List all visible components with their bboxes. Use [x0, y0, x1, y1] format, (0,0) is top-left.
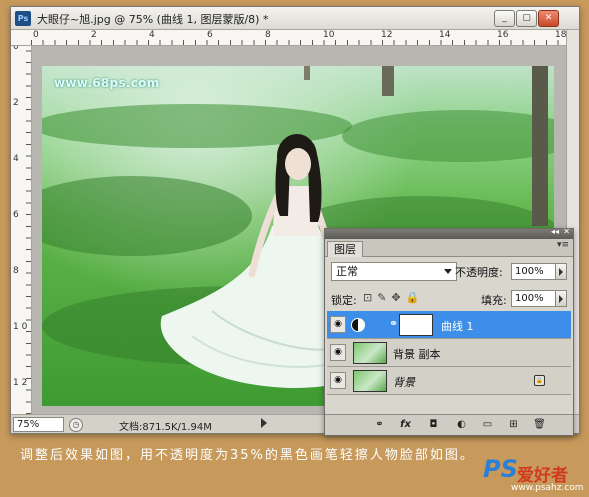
watermark-text: www.68ps.com [54, 76, 160, 90]
ruler-label: 6 [207, 30, 213, 40]
site-logo: PS 爱好者 www.psahz.com [483, 455, 584, 495]
site-logo-ps: PS [483, 455, 518, 483]
minimize-button[interactable]: _ [494, 10, 515, 27]
trash-icon[interactable]: 🗑 [533, 418, 546, 431]
fill-label: 填充: [481, 294, 507, 307]
collapse-icon[interactable]: ◂◂ [551, 227, 559, 236]
info-icon[interactable]: ◷ [69, 418, 83, 432]
new-layer-icon[interactable]: ⊞ [507, 418, 520, 431]
ruler-label: 8 [265, 30, 271, 40]
mask-icon[interactable]: ◘ [427, 418, 440, 431]
link-icon[interactable]: ⚭ [373, 418, 386, 431]
ruler-ticks [26, 46, 31, 414]
horizontal-ruler[interactable]: 02468101214161820 [31, 30, 566, 46]
zoom-input[interactable]: 75% [13, 417, 64, 432]
ruler-label: 12 [381, 30, 393, 40]
window-title: 大眼仔~旭.jpg @ 75% (曲线 1, 图层蒙版/8) * [37, 13, 269, 26]
ruler-label: 0 [13, 46, 19, 52]
chevron-down-icon [444, 269, 452, 274]
panel-footer: ⚭ fx ◘ ◐ ▭ ⊞ 🗑 [325, 414, 573, 435]
panel-tab-row: 图层 ▾≡ [325, 239, 573, 257]
ruler-label: 2 [13, 98, 19, 108]
ruler-label: 6 [13, 210, 19, 220]
adjustment-icon[interactable]: ◐ [455, 418, 468, 431]
fx-icon[interactable]: fx [399, 418, 412, 431]
opacity-slider-button[interactable] [555, 263, 567, 280]
close-button[interactable]: ✕ [538, 10, 559, 27]
layer-row-background[interactable]: ◉ 背景 🔒 [327, 367, 571, 395]
panel-menu-icon[interactable]: ▾≡ [557, 240, 569, 250]
photoshop-icon: Ps [15, 11, 31, 26]
lock-icon: 🔒 [534, 375, 545, 386]
fill-input[interactable]: 100% [511, 290, 556, 307]
ruler-label: 18 [555, 30, 566, 40]
ruler-ticks [31, 40, 566, 45]
ruler-label: 1 0 [13, 322, 28, 332]
eye-icon[interactable]: ◉ [330, 372, 346, 389]
fill-slider-button[interactable] [555, 290, 567, 307]
layer-thumbnail [353, 342, 387, 364]
panel-header-strip[interactable]: ◂◂ ✕ [325, 227, 573, 239]
folder-icon[interactable]: ▭ [481, 418, 494, 431]
layer-row-curves[interactable]: ◉ ⚭ 曲线 1 [327, 311, 571, 339]
layer-name: 曲线 1 [441, 320, 474, 333]
ruler-label: 4 [149, 30, 155, 40]
layer-name: 背景 副本 [393, 348, 441, 361]
layer-mask-thumbnail[interactable] [399, 314, 433, 336]
opacity-input[interactable]: 100% [511, 263, 556, 280]
ruler-label: 8 [13, 266, 19, 276]
status-menu-arrow-icon[interactable] [261, 418, 267, 428]
ruler-label: 10 [323, 30, 335, 40]
eye-icon[interactable]: ◉ [330, 344, 346, 361]
panel-close-icon[interactable]: ✕ [563, 227, 570, 236]
blend-mode-value: 正常 [336, 265, 358, 278]
link-icon[interactable]: ⚭ [389, 317, 398, 330]
title-bar[interactable]: Ps 大眼仔~旭.jpg @ 75% (曲线 1, 图层蒙版/8) * _ ▢ … [11, 7, 579, 30]
tab-layers[interactable]: 图层 [327, 241, 363, 257]
layer-name: 背景 [393, 376, 415, 389]
ruler-label: 2 [91, 30, 97, 40]
opacity-label: 不透明度: [455, 266, 503, 279]
document-size-info: 文档:871.5K/1.94M [119, 422, 212, 433]
curves-adjustment-icon [351, 318, 365, 332]
ruler-label: 14 [439, 30, 451, 40]
ruler-origin[interactable] [11, 30, 32, 46]
maximize-button[interactable]: ▢ [516, 10, 537, 27]
lock-options-icons[interactable]: ⊡✎✥🔒 [363, 291, 424, 304]
lock-label: 锁定: [331, 294, 357, 307]
vertical-ruler[interactable]: 024681 01 21 4 [11, 46, 32, 414]
ruler-label: 0 [33, 30, 39, 40]
blend-mode-select[interactable]: 正常 [331, 262, 457, 281]
site-logo-url: www.psahz.com [511, 483, 584, 493]
ruler-label: 1 2 [13, 378, 28, 388]
ruler-label: 4 [13, 154, 19, 164]
eye-icon[interactable]: ◉ [330, 316, 346, 333]
layers-panel: ◂◂ ✕ 图层 ▾≡ 正常 不透明度: 100% 锁定: ⊡✎✥🔒 填充: 10… [324, 227, 574, 436]
layer-thumbnail [353, 370, 387, 392]
layer-row-background-copy[interactable]: ◉ 背景 副本 [327, 339, 571, 367]
tutorial-caption: 调整后效果如图，用不透明度为35%的黑色画笔轻擦人物脸部如图。 [20, 448, 475, 463]
ruler-label: 16 [497, 30, 509, 40]
